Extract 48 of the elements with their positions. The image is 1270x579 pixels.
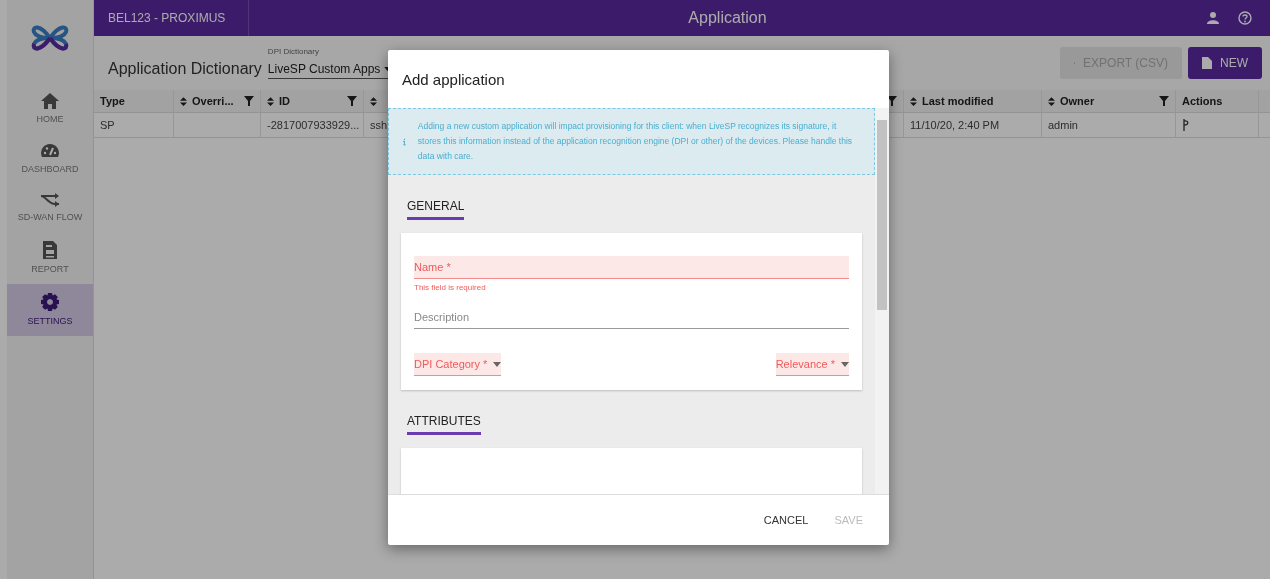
column-header[interactable]: Owner <box>1042 90 1176 112</box>
page-title: Application <box>687 9 768 27</box>
select-dropdown[interactable]: Relevance * <box>775 353 849 376</box>
nav-item[interactable]: SD-WAN FLOW <box>7 184 93 232</box>
cancel-button[interactable]: CANCEL <box>753 508 819 532</box>
input-field[interactable]: Description <box>414 306 849 329</box>
sort-icon[interactable] <box>910 96 917 106</box>
action-icon[interactable] <box>1182 119 1190 131</box>
home-icon <box>40 92 60 110</box>
column-header[interactable]: Actions <box>1176 90 1259 112</box>
table-cell: admin <box>1048 119 1078 131</box>
column-header[interactable]: Last modified <box>904 90 1042 112</box>
filter-icon[interactable] <box>887 96 897 106</box>
sort-icon[interactable] <box>267 96 274 106</box>
table-cell: 11/10/20, 2:40 PM <box>910 119 1000 131</box>
section-title: GENERAL <box>407 199 465 220</box>
gauge-icon <box>40 142 60 160</box>
table-cell: SP <box>100 119 115 131</box>
settings-icon <box>40 292 60 312</box>
nav-item[interactable]: REPORT <box>7 232 93 284</box>
error-message: This field is required <box>414 283 487 292</box>
column-header[interactable]: Overri... <box>174 90 261 112</box>
page-heading: Application Dictionary <box>108 59 262 78</box>
help-icon[interactable] <box>1238 11 1252 25</box>
nav-item[interactable]: SETTINGS <box>7 284 93 336</box>
nav-item[interactable]: DASHBOARD <box>7 134 93 184</box>
nav-item[interactable]: HOME <box>7 84 93 134</box>
select-dropdown[interactable]: DPI Category * <box>414 353 502 376</box>
filter-icon[interactable] <box>1159 96 1169 106</box>
shuffle-arrows-icon <box>40 192 60 208</box>
input-field[interactable]: Name * <box>414 256 849 279</box>
section-title: ATTRIBUTES <box>407 414 481 435</box>
user-icon[interactable] <box>1206 11 1220 25</box>
table-cell: -2817007933929... <box>267 119 360 131</box>
column-header[interactable]: ID <box>261 90 364 112</box>
notice-text: Adding a new custom application will impact provisioning for this client: when LiveSP recognizes its signature, it stores this information instead of the application recognition engine (DPI or other) of the devices. Please handle this data with care. <box>417 120 854 163</box>
sort-icon[interactable] <box>1048 96 1055 106</box>
sort-icon[interactable] <box>180 96 187 106</box>
scrollbar[interactable] <box>875 108 889 494</box>
filter-icon[interactable] <box>244 96 254 106</box>
caret-down-icon <box>493 361 502 367</box>
table-cell: ssh <box>370 119 388 131</box>
sort-icon[interactable] <box>370 96 377 106</box>
filter-icon[interactable] <box>347 96 357 106</box>
dialog-title: Add application <box>402 70 505 88</box>
column-header[interactable]: Type <box>94 90 174 112</box>
new-button[interactable]: NEW <box>1188 47 1262 79</box>
caret-down-icon <box>841 361 849 367</box>
